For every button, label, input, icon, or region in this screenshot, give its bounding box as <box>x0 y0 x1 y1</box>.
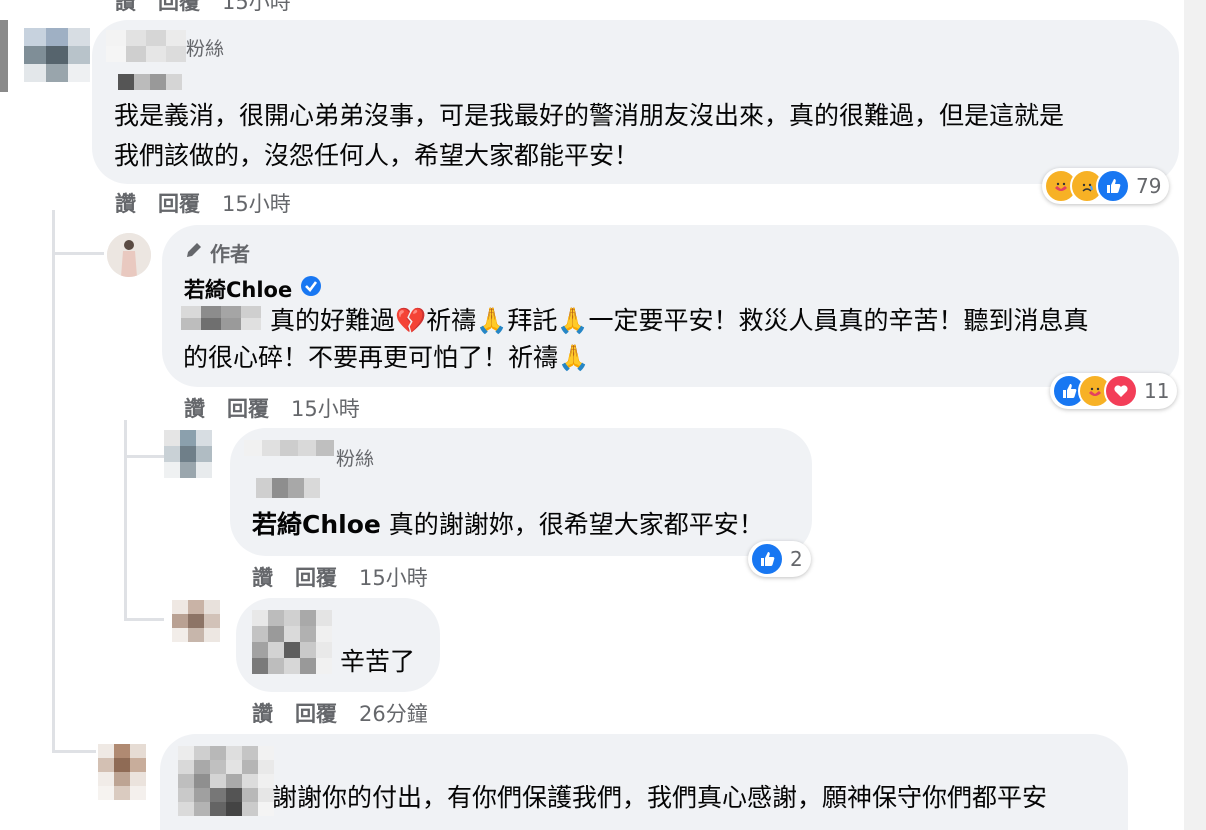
thread-branch-3 <box>124 618 164 621</box>
top-actions: 讚 回覆 15小時 <box>115 0 313 16</box>
comment-text: 辛苦了 <box>340 647 416 676</box>
fan-badge: 粉絲 <box>186 38 225 60</box>
author-avatar[interactable] <box>107 233 151 277</box>
like-link[interactable]: 讚 <box>252 702 273 726</box>
reaction-summary[interactable]: 2 <box>748 541 811 577</box>
like-reaction-icon <box>1096 169 1130 203</box>
scrollbar[interactable] <box>1184 0 1206 830</box>
comment-text-line: 的很心碎！不要再更可怕了！祈禱🙏 <box>183 340 589 376</box>
like-reaction-icon <box>750 542 784 576</box>
text-segment: 祈禱 <box>426 306 477 335</box>
text-segment: 拜託 <box>507 306 558 335</box>
comment-actions: 讚回覆 26分鐘 <box>252 698 450 728</box>
author-tag: 作者 <box>210 242 250 266</box>
thread-branch-2 <box>124 455 164 458</box>
author-name[interactable]: 若綺Chloe <box>184 274 292 304</box>
reaction-count: 2 <box>790 547 803 571</box>
avatar-blurred[interactable] <box>24 28 90 82</box>
reaction-count: 11 <box>1144 379 1170 403</box>
reaction-summary[interactable]: 11 <box>1050 373 1178 409</box>
text-segment: 真的好難過 <box>270 306 396 335</box>
timestamp[interactable]: 15小時 <box>291 397 360 421</box>
text-segment: 一定要平安！救災人員真的辛苦！聽到消息真 <box>588 306 1089 335</box>
comment-text-line: 我們該做的，沒怨任何人，希望大家都能平安！ <box>114 141 640 170</box>
thread-line <box>52 210 55 750</box>
verified-badge-icon <box>300 275 322 301</box>
pray-emoji: 🙏 <box>557 306 589 335</box>
reply-link[interactable]: 回覆 <box>295 702 337 726</box>
timestamp[interactable]: 15小時 <box>359 566 428 590</box>
avatar-blurred[interactable] <box>164 430 212 478</box>
comment-text-line: 若綺Chloe 真的謝謝妳，很希望大家都平安！ <box>252 507 764 543</box>
thread-branch <box>52 252 104 255</box>
author-name-blurred[interactable] <box>244 440 334 456</box>
mention-link[interactable]: 若綺Chloe <box>252 510 381 539</box>
avatar-blurred[interactable] <box>172 600 220 642</box>
reply-link[interactable]: 回覆 <box>158 0 200 14</box>
timestamp[interactable]: 15小時 <box>222 0 291 14</box>
comment-text-line: 真的好難過💔祈禱🙏拜託🙏一定要平安！救災人員真的辛苦！聽到消息真 <box>270 303 1088 339</box>
author-name-blurred[interactable] <box>178 746 274 816</box>
avatar-edge <box>0 20 8 92</box>
author-subtext-blurred <box>118 74 182 90</box>
like-link[interactable]: 讚 <box>184 397 205 421</box>
reaction-count: 79 <box>1136 174 1162 198</box>
comment-actions: 讚回覆 15小時 <box>184 393 382 423</box>
like-link[interactable]: 讚 <box>252 566 273 590</box>
reply-link[interactable]: 回覆 <box>295 566 337 590</box>
avatar-blurred[interactable] <box>98 744 146 800</box>
love-reaction-icon <box>1104 374 1138 408</box>
like-link[interactable]: 讚 <box>115 192 136 216</box>
pray-emoji: 🙏 <box>476 306 508 335</box>
thread-branch-4 <box>52 750 96 753</box>
thread-line-2 <box>124 420 127 620</box>
author-subtext-blurred <box>256 478 320 498</box>
timestamp[interactable]: 26分鐘 <box>359 702 428 726</box>
pencil-icon <box>184 240 204 264</box>
text-segment: 真的謝謝妳，很希望大家都平安！ <box>380 510 764 539</box>
text-segment: 的很心碎！不要再更可怕了！祈禱 <box>183 343 559 372</box>
mention-blurred[interactable] <box>181 306 261 330</box>
reaction-summary[interactable]: 79 <box>1042 168 1170 204</box>
fan-badge: 粉絲 <box>336 448 375 470</box>
comment-actions: 讚回覆 15小時 <box>252 562 450 592</box>
comment-text-line: 我是義消，很開心弟弟沒事，可是我最好的警消朋友沒出來，真的很難過，但是這就是 <box>114 101 1065 130</box>
author-name-blurred[interactable] <box>252 610 332 674</box>
broken-heart-emoji: 💔 <box>395 306 427 335</box>
like-link[interactable]: 讚 <box>115 0 136 14</box>
comment-actions: 讚回覆 15小時 <box>115 188 313 218</box>
pray-emoji: 🙏 <box>558 343 590 372</box>
author-name-blurred[interactable] <box>106 30 186 62</box>
reply-link[interactable]: 回覆 <box>158 192 200 216</box>
reply-link[interactable]: 回覆 <box>227 397 269 421</box>
comment-text: 謝謝你的付出，有你們保護我們，我們真心感謝，願神保守你們都平安 <box>272 783 1048 812</box>
timestamp[interactable]: 15小時 <box>222 192 291 216</box>
